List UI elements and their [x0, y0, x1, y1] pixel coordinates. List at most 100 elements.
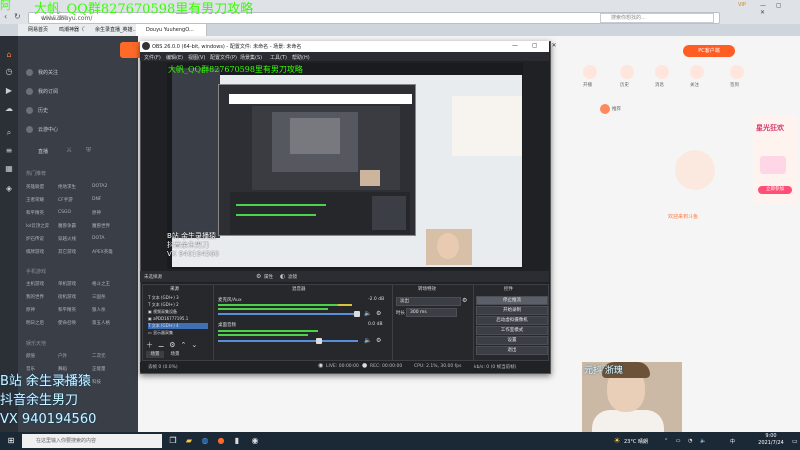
transition-select[interactable]: 淡出 [396, 297, 461, 306]
grid-cell[interactable]: 棋牌游戏 [26, 249, 44, 255]
grid-cell[interactable]: 英雄联盟 [26, 184, 44, 190]
menu-help[interactable]: 帮助(H) [292, 54, 310, 61]
game-icon[interactable]: ◈ [4, 184, 14, 194]
volume-slider-track[interactable] [218, 313, 358, 315]
weather-text[interactable]: 23°C 晴朗 [624, 438, 648, 445]
grid-cell[interactable]: 街机游戏 [58, 294, 76, 300]
obs-app-icon[interactable]: ◉ [250, 436, 260, 446]
grid-cell[interactable]: DOTA2 [92, 184, 107, 189]
app-icon[interactable]: ▮ [232, 436, 242, 446]
sidebar-section-live[interactable]: 直播 [38, 148, 48, 155]
grid-cell[interactable]: 第五人格 [92, 320, 110, 326]
live-icon[interactable] [583, 65, 597, 79]
grid-cell[interactable]: CF手游 [58, 197, 73, 203]
exit-button[interactable]: 退出 [476, 346, 548, 355]
speaker-icon[interactable]: 🔈 [364, 310, 371, 317]
grid-cell[interactable]: 原神 [26, 307, 35, 313]
obs-window-controls[interactable]: — ▢ ✕ [512, 42, 563, 49]
grid-cell[interactable]: 户外 [58, 353, 67, 359]
gear-icon[interactable]: ⚙ [462, 297, 467, 304]
source-row[interactable]: ▭ 显示器采集 [148, 330, 208, 336]
gear-icon[interactable]: ⚙ [376, 310, 381, 317]
tab-4[interactable]: Douyu YuuhengO... [136, 24, 207, 36]
grid-cell[interactable]: 三国杀 [92, 294, 106, 300]
grid-cell[interactable]: 原神 [92, 210, 101, 216]
taskbar-search[interactable]: 在这里输入你要搜索的内容 [22, 434, 162, 448]
grid-cell[interactable]: 颜值 [26, 353, 35, 359]
grid-cell[interactable]: 单机游戏 [58, 281, 76, 287]
studio-mode-button[interactable]: 工作室模式 [476, 326, 548, 335]
grid-cell[interactable]: APEX英雄 [92, 249, 113, 255]
duration-input[interactable]: 300 ms [406, 308, 457, 317]
tray-icons[interactable]: ⌃ ▭ ◔ 🔈 [664, 438, 709, 444]
grid-cell[interactable]: 我的世界 [26, 294, 44, 300]
checkin-icon[interactable] [730, 65, 744, 79]
gear-icon[interactable]: ⚙ [256, 273, 261, 280]
grid-cell[interactable]: lol云顶之弈 [26, 223, 49, 229]
cloud-icon[interactable]: ☁ [4, 104, 14, 114]
grid-cell[interactable]: 和平精英 [58, 307, 76, 313]
properties-button[interactable]: 属性 [264, 274, 273, 280]
douyu-app-icon[interactable]: ● [216, 436, 226, 446]
task-view-icon[interactable]: ❐ [168, 436, 178, 446]
windows-start-icon[interactable]: ⊞ [6, 436, 16, 446]
history-icon[interactable] [620, 65, 634, 79]
menu-scene-collection[interactable]: 场景集(S) [240, 54, 262, 61]
grid-cell[interactable]: 王者荣耀 [26, 197, 44, 203]
grid-cell[interactable]: 明日之后 [26, 320, 44, 326]
promo-join-button[interactable]: 立即参加 [758, 186, 792, 194]
shield-icon[interactable]: ⛨ [86, 146, 91, 155]
follow-heart-icon[interactable] [690, 65, 704, 79]
grid-cell[interactable]: 魔兽争霸 [58, 223, 76, 229]
search-icon[interactable]: ⌕ [4, 128, 14, 138]
grid-cell[interactable]: 绝地求生 [58, 184, 76, 190]
menu-edit[interactable]: 编辑(E) [166, 54, 183, 61]
home-icon[interactable]: ⌂ [4, 50, 14, 60]
volume-slider-handle[interactable] [354, 311, 360, 317]
recommend-label[interactable]: 推荐 [612, 106, 621, 112]
source-row-selected[interactable]: T 文本 (GDI+) 4 [148, 323, 208, 329]
refresh-icon[interactable]: ↻ [14, 13, 22, 21]
grid-cell[interactable]: 穿越火线 [58, 236, 76, 242]
vip-badge[interactable]: VIP [738, 2, 746, 8]
virtual-cam-button[interactable]: 启动虚拟摄像机 [476, 316, 548, 325]
gear-icon[interactable]: ⚙ [376, 337, 381, 344]
volume-slider-handle[interactable] [316, 338, 322, 344]
ime-indicator[interactable]: 中 [730, 438, 735, 445]
start-record-button[interactable]: 开始录制 [476, 306, 548, 315]
message-icon[interactable] [655, 65, 669, 79]
filter-icon[interactable]: ◐ [280, 273, 285, 280]
filters-button[interactable]: 滤镜 [288, 274, 297, 280]
settings-button[interactable]: 设置 [476, 336, 548, 345]
source-row[interactable]: T 文本 (GDI+) 3 [148, 295, 208, 301]
back-icon[interactable]: ‹ [4, 13, 12, 21]
source-row[interactable]: ▣ 视频采集设备 [148, 309, 208, 315]
sidebar-item-subscribe[interactable]: 我的订阅 [38, 88, 58, 95]
source-row[interactable]: ▣ aPDD16777195.1 [148, 316, 208, 322]
grid-cell[interactable]: 主机游戏 [26, 281, 44, 287]
browser-icon[interactable]: ◍ [200, 436, 210, 446]
notification-icon[interactable]: ▭ [792, 438, 798, 445]
menu-file[interactable]: 文件(F) [144, 54, 161, 61]
grid-icon[interactable]: ▦ [4, 164, 14, 174]
explorer-icon[interactable]: ▰ [184, 436, 194, 446]
sidebar-item-follow[interactable]: 我的关注 [38, 69, 58, 76]
clock-icon[interactable]: ◷ [4, 67, 14, 77]
grid-cell[interactable]: 格斗之王 [92, 281, 110, 287]
grid-cell[interactable]: 二次元 [92, 353, 106, 359]
menu-view[interactable]: 视图(V) [188, 54, 205, 61]
source-action-icons[interactable]: ＋⚊⚙⌃⌄ [146, 340, 202, 350]
play-icon[interactable]: ▶ [4, 86, 14, 96]
menu-profile[interactable]: 配置文件(P) [210, 54, 237, 61]
tab-scenes[interactable]: 场景 [146, 351, 164, 358]
sidebar-item-cloud[interactable]: 云游中心 [38, 126, 58, 133]
grid-cell[interactable]: 和平精英 [26, 210, 44, 216]
grid-cell[interactable]: 炉石传说 [26, 236, 44, 242]
stop-stream-button[interactable]: 停止推流 [476, 296, 548, 305]
grid-cell[interactable]: 使命召唤 [58, 320, 76, 326]
sidebar-item-history[interactable]: 历史 [38, 107, 48, 114]
speaker-icon[interactable]: 🔈 [364, 337, 371, 344]
taskbar-clock[interactable]: 9:00 2021/7/24 [745, 433, 797, 447]
grid-cell[interactable]: 魔兽世界 [92, 223, 110, 229]
grid-cell[interactable]: DOTA [92, 236, 105, 241]
